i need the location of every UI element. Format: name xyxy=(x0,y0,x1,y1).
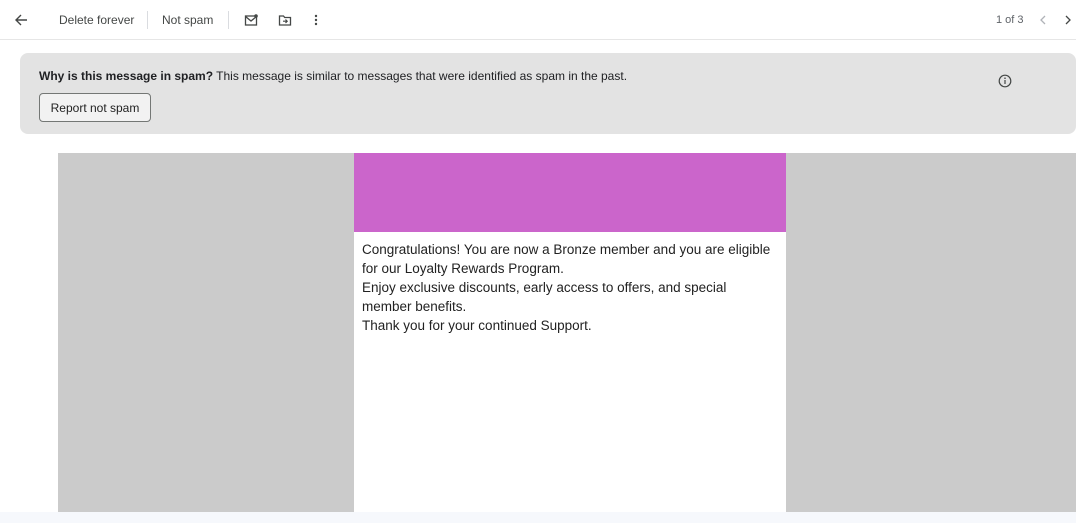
move-to-folder-icon[interactable] xyxy=(278,0,292,40)
toolbar-divider xyxy=(147,11,148,29)
email-content-area: Congratulations! You are now a Bronze me… xyxy=(58,153,1076,512)
info-icon[interactable] xyxy=(998,74,1012,88)
email-body-text: Congratulations! You are now a Bronze me… xyxy=(362,240,778,335)
chevron-left-icon[interactable] xyxy=(1038,0,1048,40)
email-line: Enjoy exclusive discounts, early access … xyxy=(362,280,727,314)
email-line: Congratulations! You are now a Bronze me… xyxy=(362,242,771,276)
chevron-right-icon[interactable] xyxy=(1063,0,1073,40)
spam-question: Why is this message in spam? xyxy=(39,69,214,83)
report-not-spam-button[interactable]: Report not spam xyxy=(39,93,151,122)
email-line: Thank you for your continued Support. xyxy=(362,318,592,333)
footer-strip xyxy=(0,512,1076,523)
email-card: Congratulations! You are now a Bronze me… xyxy=(354,153,786,512)
mark-unread-icon[interactable] xyxy=(244,0,258,40)
spam-reason-text: Why is this message in spam? This messag… xyxy=(39,69,627,83)
arrow-left-icon[interactable] xyxy=(14,0,28,40)
more-vert-icon[interactable] xyxy=(313,0,319,40)
delete-forever-button[interactable]: Delete forever xyxy=(59,0,134,40)
spam-warning-banner: Why is this message in spam? This messag… xyxy=(20,53,1076,134)
not-spam-button[interactable]: Not spam xyxy=(162,0,213,40)
toolbar-divider xyxy=(228,11,229,29)
spam-explanation: This message is similar to messages that… xyxy=(213,69,628,83)
email-header-banner xyxy=(354,153,786,232)
pagination-count: 1 of 3 xyxy=(996,14,1024,26)
message-toolbar: Delete forever Not spam 1 of 3 xyxy=(0,0,1076,40)
